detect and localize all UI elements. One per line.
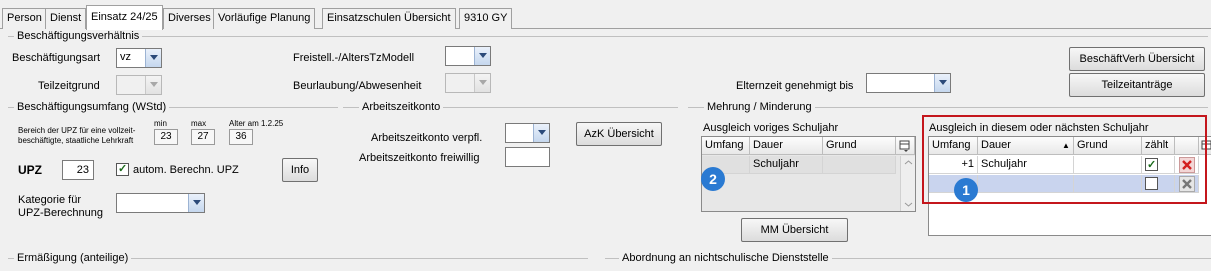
elternzeit-select[interactable]	[866, 73, 951, 93]
tab-einsatz[interactable]: Einsatz 24/25	[86, 5, 163, 30]
info-button[interactable]: Info	[282, 158, 318, 182]
min-label: min	[154, 119, 167, 128]
annotation-badge-2: 2	[701, 167, 725, 191]
section-arbeitszeitkonto: Arbeitszeitkonto	[343, 101, 678, 113]
tab-einsatzschulen[interactable]: Einsatzschulen Übersicht	[322, 8, 456, 29]
voriges-title: Ausgleich voriges Schuljahr	[703, 122, 839, 134]
alter-label: Alter am 1.2.25	[229, 119, 284, 128]
mm-uebersicht-button[interactable]: MM Übersicht	[741, 218, 848, 242]
upz-bereich-text: Bereich der UPZ für eine vollzeit-beschä…	[18, 126, 136, 145]
voriges-grid[interactable]: Umfang Dauer Grund Schuljahr	[701, 136, 916, 212]
alter-value: 36	[229, 129, 253, 145]
teilzeitantraege-button[interactable]: Teilzeitanträge	[1069, 73, 1205, 97]
section-title: Beschäftigungsumfang (WStd)	[14, 101, 170, 113]
grid-cell[interactable]	[823, 156, 896, 174]
beschaeftverh-uebersicht-button[interactable]: BeschäftVerh Übersicht	[1069, 47, 1205, 71]
tab-vorlaeufige-planung[interactable]: Vorläufige Planung	[213, 8, 316, 29]
azk-verpfl-select[interactable]	[505, 123, 550, 143]
beurlaubung-select[interactable]	[445, 73, 491, 93]
tab-person[interactable]: Person	[2, 8, 47, 29]
beschaeftigungsart-value: vz	[120, 51, 131, 63]
beschaeftigungsart-select[interactable]: vz	[116, 48, 162, 68]
section-title: Mehrung / Minderung	[704, 101, 815, 113]
upz-label: UPZ	[18, 163, 42, 177]
beurlaubung-label: Beurlaubung/Abwesenheit	[293, 80, 422, 92]
upz-input[interactable]: 23	[62, 160, 94, 180]
section-title: Abordnung an nichtschulische Dienststell…	[619, 252, 832, 264]
chevron-down-icon[interactable]	[145, 49, 161, 67]
max-label: max	[191, 119, 207, 128]
vertical-scrollbar[interactable]	[900, 156, 915, 211]
section-title: Beschäftigungsverhältnis	[14, 30, 143, 42]
check-icon: ✓	[118, 163, 128, 175]
column-header-dauer[interactable]: Dauer	[750, 137, 823, 155]
tab-bar: Person Dienst Einsatz 24/25 Diverses Vor…	[0, 0, 1211, 30]
section-mehrung-minderung: Mehrung / Minderung	[688, 101, 1208, 113]
kategorie-label-line1: Kategorie für	[18, 194, 81, 206]
azk-uebersicht-button[interactable]: AzK Übersicht	[576, 122, 662, 146]
tab-diverses[interactable]: Diverses	[163, 8, 216, 29]
section-abordnung: Abordnung an nichtschulische Dienststell…	[605, 252, 1211, 264]
azk-freiwillig-input[interactable]	[505, 147, 550, 167]
kategorie-select[interactable]	[116, 193, 205, 213]
teilzeitgrund-label: Teilzeitgrund	[38, 80, 100, 92]
beschaeftigungsart-label: Beschäftigungsart	[12, 52, 101, 64]
tab-dienst[interactable]: Dienst	[45, 8, 87, 29]
chevron-down-icon[interactable]	[474, 74, 490, 92]
kategorie-label-line2: UPZ-Berechnung	[18, 207, 103, 219]
autom-berechnung-checkbox[interactable]: ✓	[116, 163, 129, 176]
section-title: Ermäßigung (anteilige)	[14, 252, 132, 264]
azk-verpfl-label: Arbeitszeitkonto verpfl.	[371, 132, 483, 144]
section-beschaeftigungsverhaeltnis: Beschäftigungsverhältnis	[8, 30, 1208, 42]
section-title: Arbeitszeitkonto	[359, 101, 444, 113]
grid-cell[interactable]: Schuljahr	[750, 156, 823, 174]
upz-min-value: 23	[154, 129, 178, 145]
autom-berechnung-label: autom. Berechn. UPZ	[133, 164, 239, 176]
tab-9310gy[interactable]: 9310 GY	[459, 8, 513, 29]
column-header-umfang[interactable]: Umfang	[702, 137, 750, 155]
teilzeitgrund-select[interactable]	[116, 75, 162, 95]
chevron-down-icon[interactable]	[474, 47, 490, 65]
chevron-down-icon[interactable]	[533, 124, 549, 142]
freistell-select[interactable]	[445, 46, 491, 66]
section-ermaessigung: Ermäßigung (anteilige)	[8, 252, 588, 264]
chevron-down-icon[interactable]	[188, 194, 204, 212]
chevron-down-icon[interactable]	[145, 76, 161, 94]
freistell-label: Freistell.-/AltersTzModell	[293, 52, 415, 64]
column-chooser-icon[interactable]	[896, 137, 915, 155]
section-beschaeftigungsumfang: Beschäftigungsumfang (WStd)	[8, 101, 338, 113]
column-header-grund[interactable]: Grund	[823, 137, 896, 155]
annotation-badge-1: 1	[954, 178, 978, 202]
chevron-down-icon[interactable]	[934, 74, 950, 92]
azk-freiwillig-label: Arbeitszeitkonto freiwillig	[359, 152, 480, 164]
upz-max-value: 27	[191, 129, 215, 145]
elternzeit-label: Elternzeit genehmigt bis	[736, 80, 854, 92]
section-divider	[8, 36, 1208, 37]
